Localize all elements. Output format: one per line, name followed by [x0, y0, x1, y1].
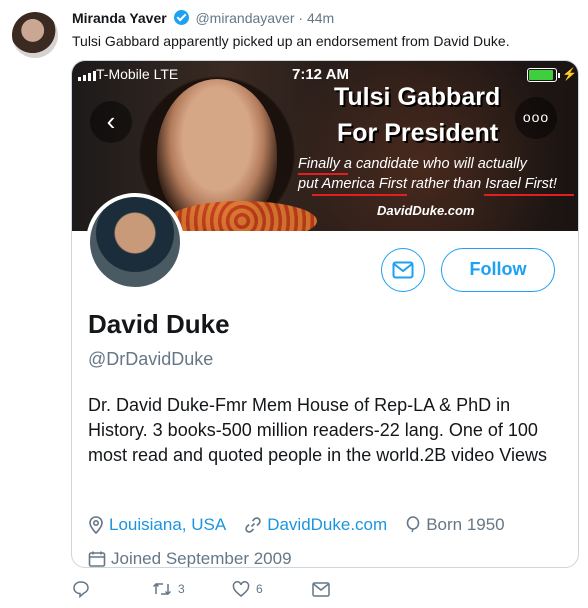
charging-icon: ⚡: [562, 67, 577, 81]
underline-finally: [298, 173, 348, 175]
banner-site: DavidDuke.com: [377, 203, 475, 218]
status-time: 7:12 AM: [292, 66, 349, 83]
banner-subtext-1: Finally a candidate who will actually: [298, 156, 527, 172]
profile-meta: Louisiana, USA DavidDuke.com Born 1950: [88, 515, 505, 535]
tweet-header: Miranda Yaver @mirandayaver · 44m: [72, 10, 334, 26]
direct-message-button[interactable]: [312, 581, 392, 597]
battery-icon: [527, 68, 560, 82]
location-label[interactable]: Louisiana, USA: [109, 515, 226, 535]
tweet-image[interactable]: T-Mobile LTE 7:12 AM ⚡ ‹ ooo Tulsi Gabba…: [71, 60, 579, 568]
retweet-icon: [152, 582, 172, 596]
underline-israel-first: [484, 194, 574, 196]
profile-name: David Duke: [88, 309, 230, 339]
profile-born: Born 1950: [405, 515, 505, 535]
profile-website: DavidDuke.com: [244, 515, 387, 535]
profile-joined: Joined September 2009: [88, 549, 292, 568]
author-name[interactable]: Miranda Yaver: [72, 10, 167, 26]
banner-headline-2: For President: [337, 119, 499, 147]
message-button[interactable]: [381, 248, 425, 292]
profile-handle: @DrDavidDuke: [88, 349, 214, 369]
reply-icon: [73, 581, 89, 598]
underline-america-first: [312, 194, 407, 196]
envelope-icon: [312, 581, 330, 597]
banner-headline-1: Tulsi Gabbard: [334, 83, 501, 111]
signal-icon: [78, 71, 96, 81]
calendar-icon: [88, 551, 106, 567]
location-pin-icon: [89, 516, 103, 534]
like-button[interactable]: 6: [232, 581, 312, 597]
carrier-label: T-Mobile LTE: [96, 66, 179, 82]
more-options-icon[interactable]: ooo: [515, 97, 557, 139]
retweet-button[interactable]: 3: [152, 581, 232, 597]
retweet-count: 3: [178, 582, 185, 596]
born-label: Born 1950: [426, 515, 505, 534]
verified-icon: [173, 10, 189, 25]
tweet-text: Tulsi Gabbard apparently picked up an en…: [72, 33, 510, 49]
author-avatar[interactable]: [12, 12, 58, 58]
profile-location: Louisiana, USA: [88, 515, 226, 535]
website-link[interactable]: DavidDuke.com: [267, 515, 387, 535]
joined-label: Joined September 2009: [111, 549, 292, 568]
separator-dot: ·: [298, 10, 307, 26]
tweet: Miranda Yaver @mirandayaver · 44m Tulsi …: [0, 0, 588, 608]
envelope-icon: [392, 261, 414, 279]
back-button[interactable]: ‹: [90, 101, 132, 143]
link-icon: [245, 517, 261, 533]
like-count: 6: [256, 582, 263, 596]
reply-button[interactable]: [72, 580, 152, 598]
profile-avatar[interactable]: [86, 193, 184, 291]
follow-button[interactable]: Follow: [441, 248, 555, 292]
tweet-time[interactable]: 44m: [307, 10, 334, 26]
tweet-actions: 3 6: [72, 580, 392, 598]
heart-icon: [232, 581, 250, 597]
banner-subtext-2: put America First rather than Israel Fir…: [298, 176, 557, 192]
author-handle[interactable]: @mirandayaver: [195, 10, 294, 26]
profile-bio: Dr. David Duke-Fmr Mem House of Rep-LA &…: [88, 395, 547, 465]
balloon-icon: [406, 516, 420, 533]
